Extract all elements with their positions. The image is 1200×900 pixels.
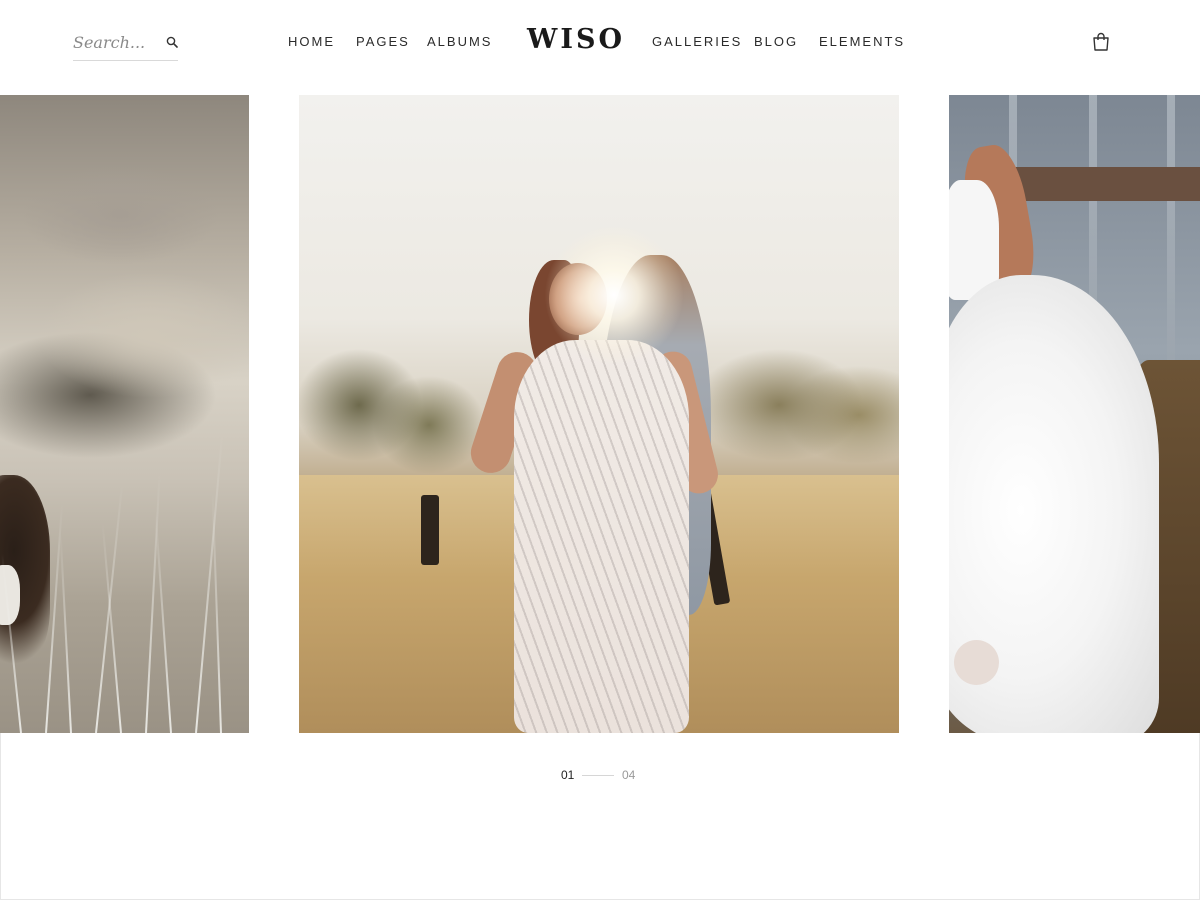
photo-grass (154, 513, 172, 733)
photo-sun-flare (544, 225, 684, 365)
pager-total: 04 (622, 768, 636, 782)
search-input[interactable] (73, 30, 157, 54)
photo-shoe (954, 640, 999, 685)
nav-galleries[interactable]: GALLERIES (652, 34, 742, 49)
nav-pages[interactable]: PAGES (356, 34, 410, 49)
gallery-slide-next[interactable] (949, 95, 1200, 733)
shopping-bag-icon[interactable] (1092, 32, 1110, 51)
photo-dress (514, 340, 689, 733)
photo-fence-post (421, 495, 439, 565)
nav-blog[interactable]: BLOG (754, 34, 798, 49)
nav-home[interactable]: HOME (288, 34, 335, 49)
gallery-slide-current[interactable] (299, 95, 899, 733)
search-box (73, 26, 178, 61)
photo-grass (59, 533, 72, 733)
photo-grass (101, 523, 122, 733)
site-header: HOME PAGES ALBUMS WISO GALLERIES BLOG EL… (0, 0, 1200, 95)
nav-albums[interactable]: ALBUMS (427, 34, 492, 49)
gallery-slide-previous[interactable] (0, 95, 249, 733)
photo-wood-beam (1009, 167, 1200, 201)
pager-current: 01 (561, 768, 575, 782)
search-icon[interactable] (166, 36, 178, 48)
photo-grass (145, 473, 161, 733)
photo-grass (211, 493, 222, 733)
site-logo[interactable]: WISO (527, 24, 625, 55)
nav-elements[interactable]: ELEMENTS (819, 34, 905, 49)
pager-progress-line (582, 775, 614, 776)
